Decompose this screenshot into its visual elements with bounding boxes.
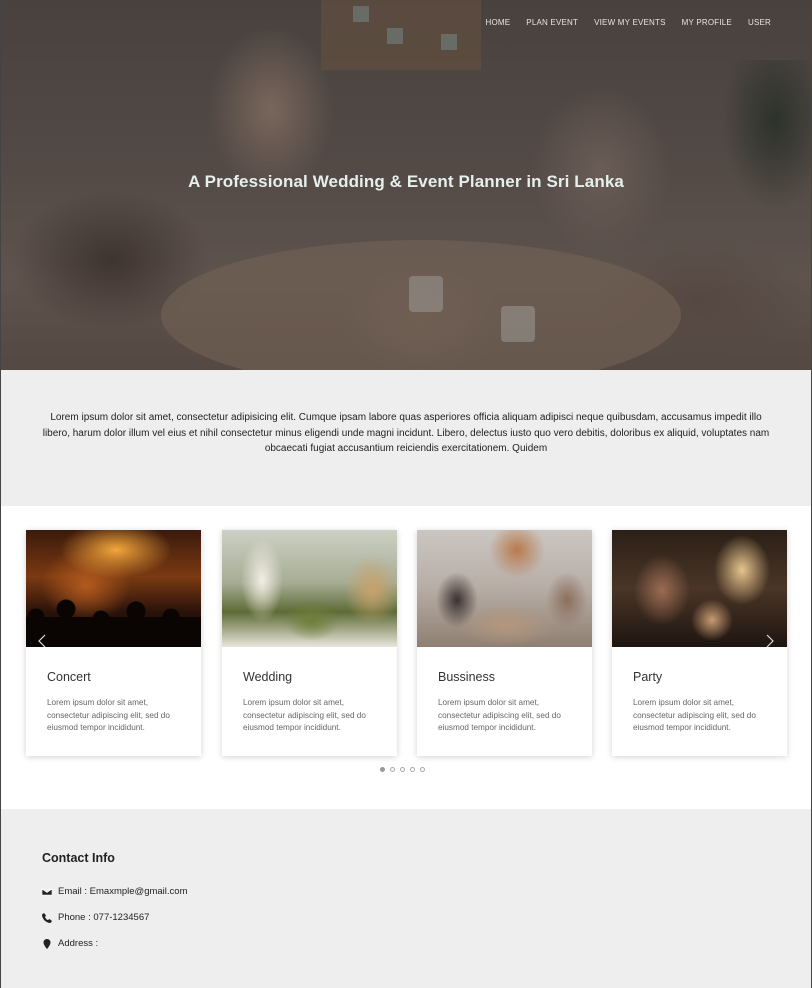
- card-title: Bussiness: [438, 670, 495, 684]
- carousel-dot[interactable]: [380, 767, 385, 772]
- party-image: [612, 530, 787, 647]
- contact-email: Email : Emaxmple@gmail.com: [42, 886, 187, 897]
- wedding-image: [222, 530, 397, 647]
- nav-view-my-events[interactable]: VIEW MY EVENTS: [594, 18, 666, 27]
- card-title: Concert: [47, 670, 91, 684]
- card-description: Lorem ipsum dolor sit amet, consectetur …: [243, 698, 366, 733]
- card-description: Lorem ipsum dolor sit amet, consectetur …: [47, 698, 170, 733]
- event-card-concert[interactable]: Concert Lorem ipsum dolor sit amet, cons…: [26, 530, 201, 756]
- event-card-wedding[interactable]: Wedding Lorem ipsum dolor sit amet, cons…: [222, 530, 397, 756]
- contact-phone: Phone : 077-1234567: [42, 912, 149, 923]
- nav-user[interactable]: USER: [748, 18, 771, 27]
- card-title: Wedding: [243, 670, 293, 684]
- nav-plan-event[interactable]: PLAN EVENT: [526, 18, 578, 27]
- carousel-dot[interactable]: [410, 767, 415, 772]
- phone-icon: [42, 912, 52, 923]
- contact-footer: Contact Info Email : Emaxmple@gmail.com …: [1, 809, 811, 988]
- business-image: [417, 530, 592, 647]
- envelope-icon: [42, 888, 52, 895]
- card-description: Lorem ipsum dolor sit amet, consectetur …: [633, 698, 756, 733]
- address-text: Address :: [58, 938, 99, 949]
- event-card-business[interactable]: Bussiness Lorem ipsum dolor sit amet, co…: [417, 530, 592, 756]
- hero-section: HOME PLAN EVENT VIEW MY EVENTS MY PROFIL…: [1, 0, 811, 370]
- chevron-right-icon[interactable]: [766, 634, 774, 650]
- carousel-dot[interactable]: [400, 767, 405, 772]
- phone-text: Phone : 077-1234567: [58, 912, 150, 923]
- carousel-dot[interactable]: [390, 767, 395, 772]
- top-navigation: HOME PLAN EVENT VIEW MY EVENTS MY PROFIL…: [485, 18, 771, 27]
- intro-text: Lorem ipsum dolor sit amet, consectetur …: [42, 412, 770, 454]
- map-pin-icon: [43, 938, 51, 949]
- card-title: Party: [633, 670, 663, 684]
- hero-title: A Professional Wedding & Event Planner i…: [188, 172, 624, 191]
- email-text: Email : Emaxmple@gmail.com: [58, 886, 188, 897]
- nav-home[interactable]: HOME: [485, 18, 510, 27]
- card-description: Lorem ipsum dolor sit amet, consectetur …: [438, 698, 561, 733]
- contact-address: Address :: [42, 938, 98, 949]
- intro-section: Lorem ipsum dolor sit amet, consectetur …: [1, 370, 811, 506]
- carousel-pagination: [380, 767, 425, 772]
- carousel-dot[interactable]: [420, 767, 425, 772]
- event-card-party[interactable]: Party Lorem ipsum dolor sit amet, consec…: [612, 530, 787, 756]
- concert-image: [26, 530, 201, 647]
- nav-my-profile[interactable]: MY PROFILE: [682, 18, 732, 27]
- contact-heading: Contact Info: [42, 851, 115, 865]
- event-carousel: Concert Lorem ipsum dolor sit amet, cons…: [1, 506, 811, 809]
- chevron-left-icon[interactable]: [38, 634, 46, 650]
